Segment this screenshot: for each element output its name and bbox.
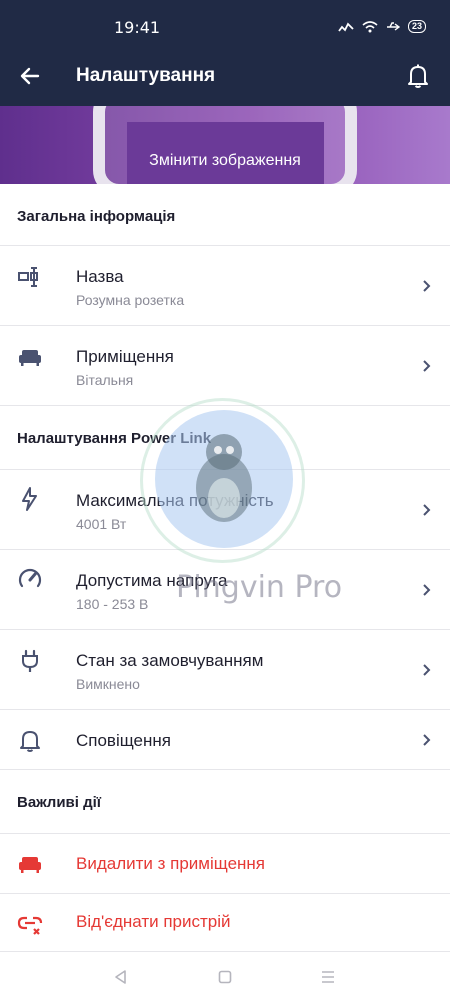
bell-icon [20, 731, 40, 752]
row-title: Допустима напруга [76, 571, 228, 590]
nav-back-icon[interactable] [113, 969, 127, 985]
row-title: Видалити з приміщення [76, 854, 266, 873]
chevron-right-icon [423, 664, 431, 676]
sofa-remove-icon [19, 857, 41, 873]
gauge-icon [18, 568, 42, 588]
section-title: Налаштування Power Link [17, 430, 212, 447]
row-title: Від'єднати пристрій [76, 912, 231, 931]
wifi-icon [362, 20, 378, 32]
bell-icon[interactable] [406, 63, 430, 89]
unpair-device-button[interactable]: Від'єднати пристрій [0, 894, 450, 952]
page-title: Налаштування [76, 65, 216, 86]
chevron-right-icon [423, 360, 431, 372]
row-title: Стан за замовчуванням [76, 651, 264, 670]
row-title: Сповіщення [76, 731, 171, 750]
row-value: Вимкнено [76, 676, 140, 692]
section-header-general: Загальна інформація [0, 184, 450, 246]
status-time: 19:41 [114, 18, 161, 37]
nav-home-icon[interactable] [218, 970, 232, 984]
system-nav-bar [0, 952, 450, 1000]
row-value: 180 - 253 В [76, 596, 149, 612]
section-title: Важливі дії [17, 794, 102, 811]
section-header-power-link: Налаштування Power Link [0, 406, 450, 470]
section-title: Загальна інформація [17, 208, 176, 225]
chevron-right-icon [423, 584, 431, 596]
cover-image-banner: Змінити зображення [0, 106, 450, 184]
settings-row-name[interactable]: Назва Розумна розетка [0, 246, 450, 326]
nav-menu-icon[interactable] [320, 970, 336, 984]
row-title: Назва [76, 267, 124, 286]
row-title: Приміщення [76, 347, 174, 366]
settings-row-voltage[interactable]: Допустима напруга 180 - 253 В [0, 550, 450, 630]
lightning-icon [22, 487, 37, 511]
settings-row-max-power[interactable]: Максимальна потужність 4001 Вт [0, 470, 450, 550]
change-image-button[interactable]: Змінити зображення [0, 152, 450, 170]
remove-from-room-button[interactable]: Видалити з приміщення [0, 834, 450, 894]
settings-row-room[interactable]: Приміщення Вітальня [0, 326, 450, 406]
plug-icon [22, 649, 38, 672]
name-tag-icon [18, 267, 38, 287]
row-title: Максимальна потужність [76, 491, 274, 510]
back-arrow-icon[interactable] [18, 64, 42, 88]
app-bar: Налаштування [0, 46, 450, 106]
row-value: Розумна розетка [76, 292, 185, 308]
status-bar: 19:41 23 [0, 0, 450, 46]
row-value: Вітальня [76, 372, 134, 388]
battery-icon: 23 [407, 20, 426, 33]
section-header-important: Важливі дії [0, 770, 450, 834]
unlink-icon [17, 916, 43, 935]
usb-icon [386, 21, 400, 31]
chevron-right-icon [423, 734, 431, 746]
status-icons: 23 [338, 20, 426, 33]
settings-row-default-state[interactable]: Стан за замовчуванням Вимкнено [0, 630, 450, 710]
sofa-icon [19, 350, 41, 366]
row-value: 4001 Вт [76, 516, 127, 532]
settings-row-notifications[interactable]: Сповіщення [0, 710, 450, 770]
chevron-right-icon [423, 280, 431, 292]
signal-icon [338, 21, 354, 32]
chevron-right-icon [423, 504, 431, 516]
